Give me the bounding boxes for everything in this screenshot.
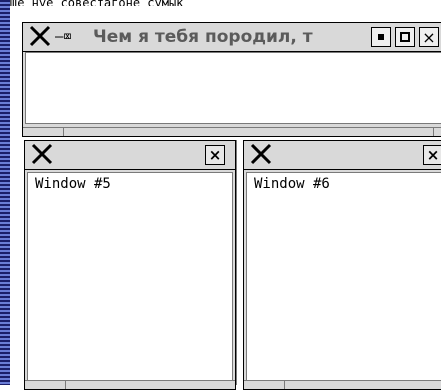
- window-5[interactable]: × Window #5: [24, 140, 236, 390]
- client-area-window-6[interactable]: Window #6: [246, 172, 441, 386]
- desktop-edge-strip: [0, 0, 10, 385]
- titlebar-main[interactable]: —⌧ Чем я тебя породил, т ×: [23, 23, 441, 52]
- titlebar-window-6[interactable]: ×: [244, 141, 441, 170]
- resize-bar-main[interactable]: [23, 127, 441, 136]
- window-label: Window #5: [35, 176, 111, 192]
- minimize-icon: [378, 34, 384, 40]
- window-main[interactable]: —⌧ Чем я тебя породил, т × Window #6: [22, 22, 441, 137]
- x-logo-icon[interactable]: [31, 143, 53, 165]
- titlebar-window-5[interactable]: ×: [25, 141, 235, 170]
- client-area-window-5[interactable]: Window #5: [27, 172, 233, 386]
- close-button[interactable]: ×: [205, 145, 225, 165]
- minimize-button[interactable]: [371, 27, 391, 47]
- close-icon: ×: [208, 145, 222, 164]
- close-icon: ×: [422, 27, 436, 47]
- cut-off-text: Ще нуе совестагоне сумык: [10, 0, 441, 6]
- x-logo-icon[interactable]: [29, 25, 51, 47]
- client-area-main: Window #6: [25, 52, 441, 124]
- x-logo-icon[interactable]: [250, 143, 272, 165]
- close-button[interactable]: ×: [423, 145, 441, 165]
- close-button[interactable]: ×: [419, 27, 439, 47]
- pin-icon[interactable]: —⌧: [55, 27, 77, 47]
- window-label: Window #6: [254, 176, 330, 192]
- maximize-icon: [400, 32, 410, 42]
- window-6[interactable]: × Window #6: [243, 140, 441, 390]
- maximize-button[interactable]: [395, 27, 415, 47]
- window-title: [280, 141, 410, 169]
- close-icon: ×: [426, 145, 440, 164]
- window-title: Чем я тебя породил, т: [93, 27, 313, 47]
- window-divider: [236, 140, 243, 385]
- window-title: [61, 141, 191, 169]
